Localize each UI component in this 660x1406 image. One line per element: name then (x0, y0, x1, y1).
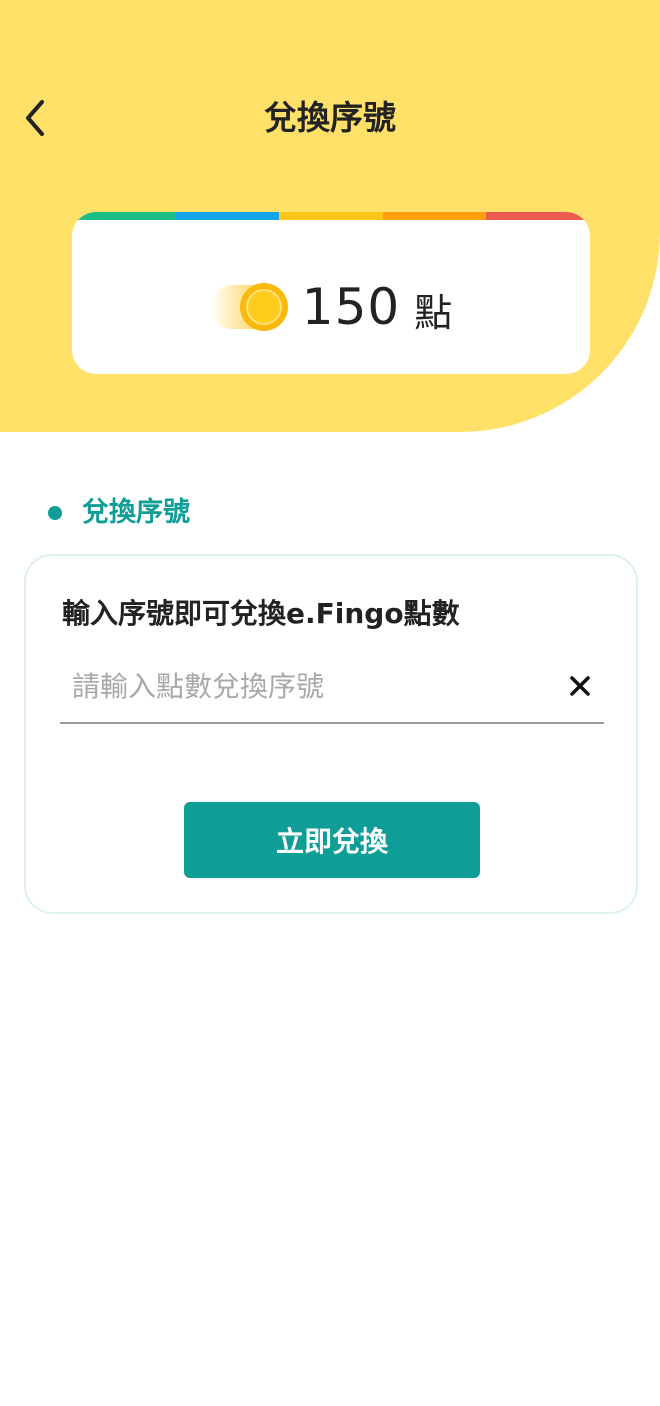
input-underline (60, 722, 604, 724)
color-strip-segment (486, 212, 590, 220)
color-strip-segment (279, 212, 383, 220)
clear-input-button[interactable] (560, 666, 600, 706)
points-balance-card: 150 點 (72, 212, 590, 374)
page-title: 兌換序號 (264, 98, 396, 137)
points-row: 150 點 (72, 276, 590, 337)
code-input[interactable] (62, 662, 562, 710)
section-label: 兌換序號 (82, 497, 190, 528)
redeem-now-button[interactable]: 立即兌換 (184, 802, 480, 878)
color-strip-segment (175, 212, 280, 220)
points-value: 150 (301, 277, 401, 336)
color-strip (72, 212, 590, 220)
redeem-form-card: 輸入序號即可兌換e.Fingo點數 立即兌換 (24, 554, 638, 914)
section-bullet (48, 506, 62, 520)
close-icon (570, 676, 590, 696)
coin-icon (209, 282, 288, 331)
form-title: 輸入序號即可兌換e.Fingo點數 (62, 597, 460, 630)
color-strip-segment (72, 212, 176, 220)
coin-outer (239, 282, 288, 331)
redeem-code-page: 兌換序號 150 點 兌換序號 輸入序號即可兌換e.Fingo點數 請輸入點數兌… (0, 0, 660, 1406)
section-heading: 兌換序號 (48, 494, 190, 532)
coin-inner (245, 288, 282, 325)
color-strip-segment (382, 212, 487, 220)
points-unit: 點 (414, 291, 453, 335)
